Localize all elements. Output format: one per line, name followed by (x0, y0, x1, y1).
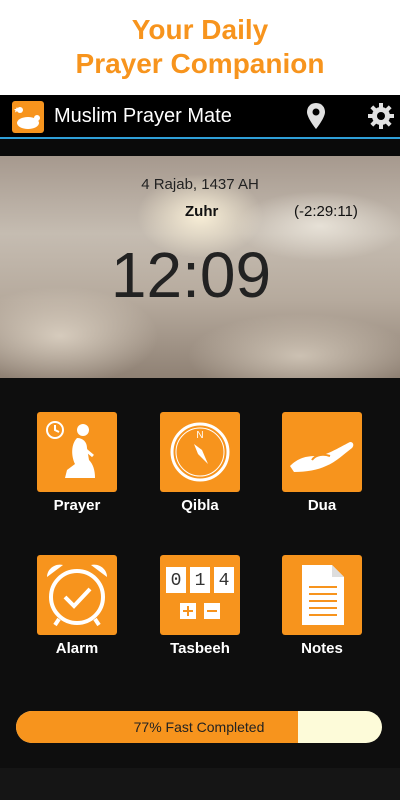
prayer-button[interactable] (37, 412, 117, 492)
tasbeeh-label: Tasbeeh (170, 640, 230, 657)
open-hand-icon (290, 442, 354, 472)
location-pin-icon[interactable] (303, 101, 329, 131)
compass-icon: N (170, 422, 230, 482)
tasbeeh-digit-3: 4 (218, 571, 230, 591)
praying-person-icon (46, 421, 95, 478)
svg-text:N: N (196, 430, 203, 441)
app-logo-icon (12, 101, 44, 133)
alarm-clock-icon (47, 564, 107, 627)
prayer-countdown: (-2:29:11) (294, 203, 358, 220)
qibla-label: Qibla (181, 497, 219, 514)
qibla-button[interactable]: N (160, 412, 240, 492)
app-bar: Muslim Prayer Mate (0, 95, 400, 139)
tasbeeh-digit-1: 0 (170, 571, 182, 591)
dua-label: Dua (307, 497, 337, 514)
prayer-label: Prayer (53, 497, 101, 514)
app-title: Muslim Prayer Mate (54, 105, 232, 127)
fast-progress-bar: 77% Fast Completed (16, 711, 382, 743)
counter-icon (166, 567, 234, 619)
hijri-date: 4 Rajab, 1437 AH (141, 176, 259, 193)
notes-label: Notes (301, 640, 343, 657)
alarm-button[interactable] (37, 555, 117, 635)
promo-banner: Your Daily Prayer Companion (0, 0, 400, 95)
alarm-label: Alarm (55, 640, 99, 657)
tasbeeh-button[interactable]: 0 1 4 (160, 555, 240, 635)
document-icon (302, 565, 344, 625)
next-prayer-name: Zuhr (185, 203, 219, 220)
prayer-time-hero: 4 Rajab, 1437 AH Zuhr (-2:29:11) 12:09 (0, 156, 400, 378)
bottom-bar (0, 768, 400, 800)
divider-gap (0, 139, 400, 156)
dua-button[interactable] (282, 412, 362, 492)
gear-icon[interactable] (366, 101, 396, 131)
fast-progress-label: 77% Fast Completed (133, 719, 265, 735)
promo-title-line2: Prayer Companion (75, 48, 325, 79)
notes-button[interactable] (282, 555, 362, 635)
promo-title-line1: Your Daily (131, 14, 269, 45)
current-time: 12:09 (110, 239, 272, 311)
tasbeeh-digit-2: 1 (194, 571, 206, 591)
